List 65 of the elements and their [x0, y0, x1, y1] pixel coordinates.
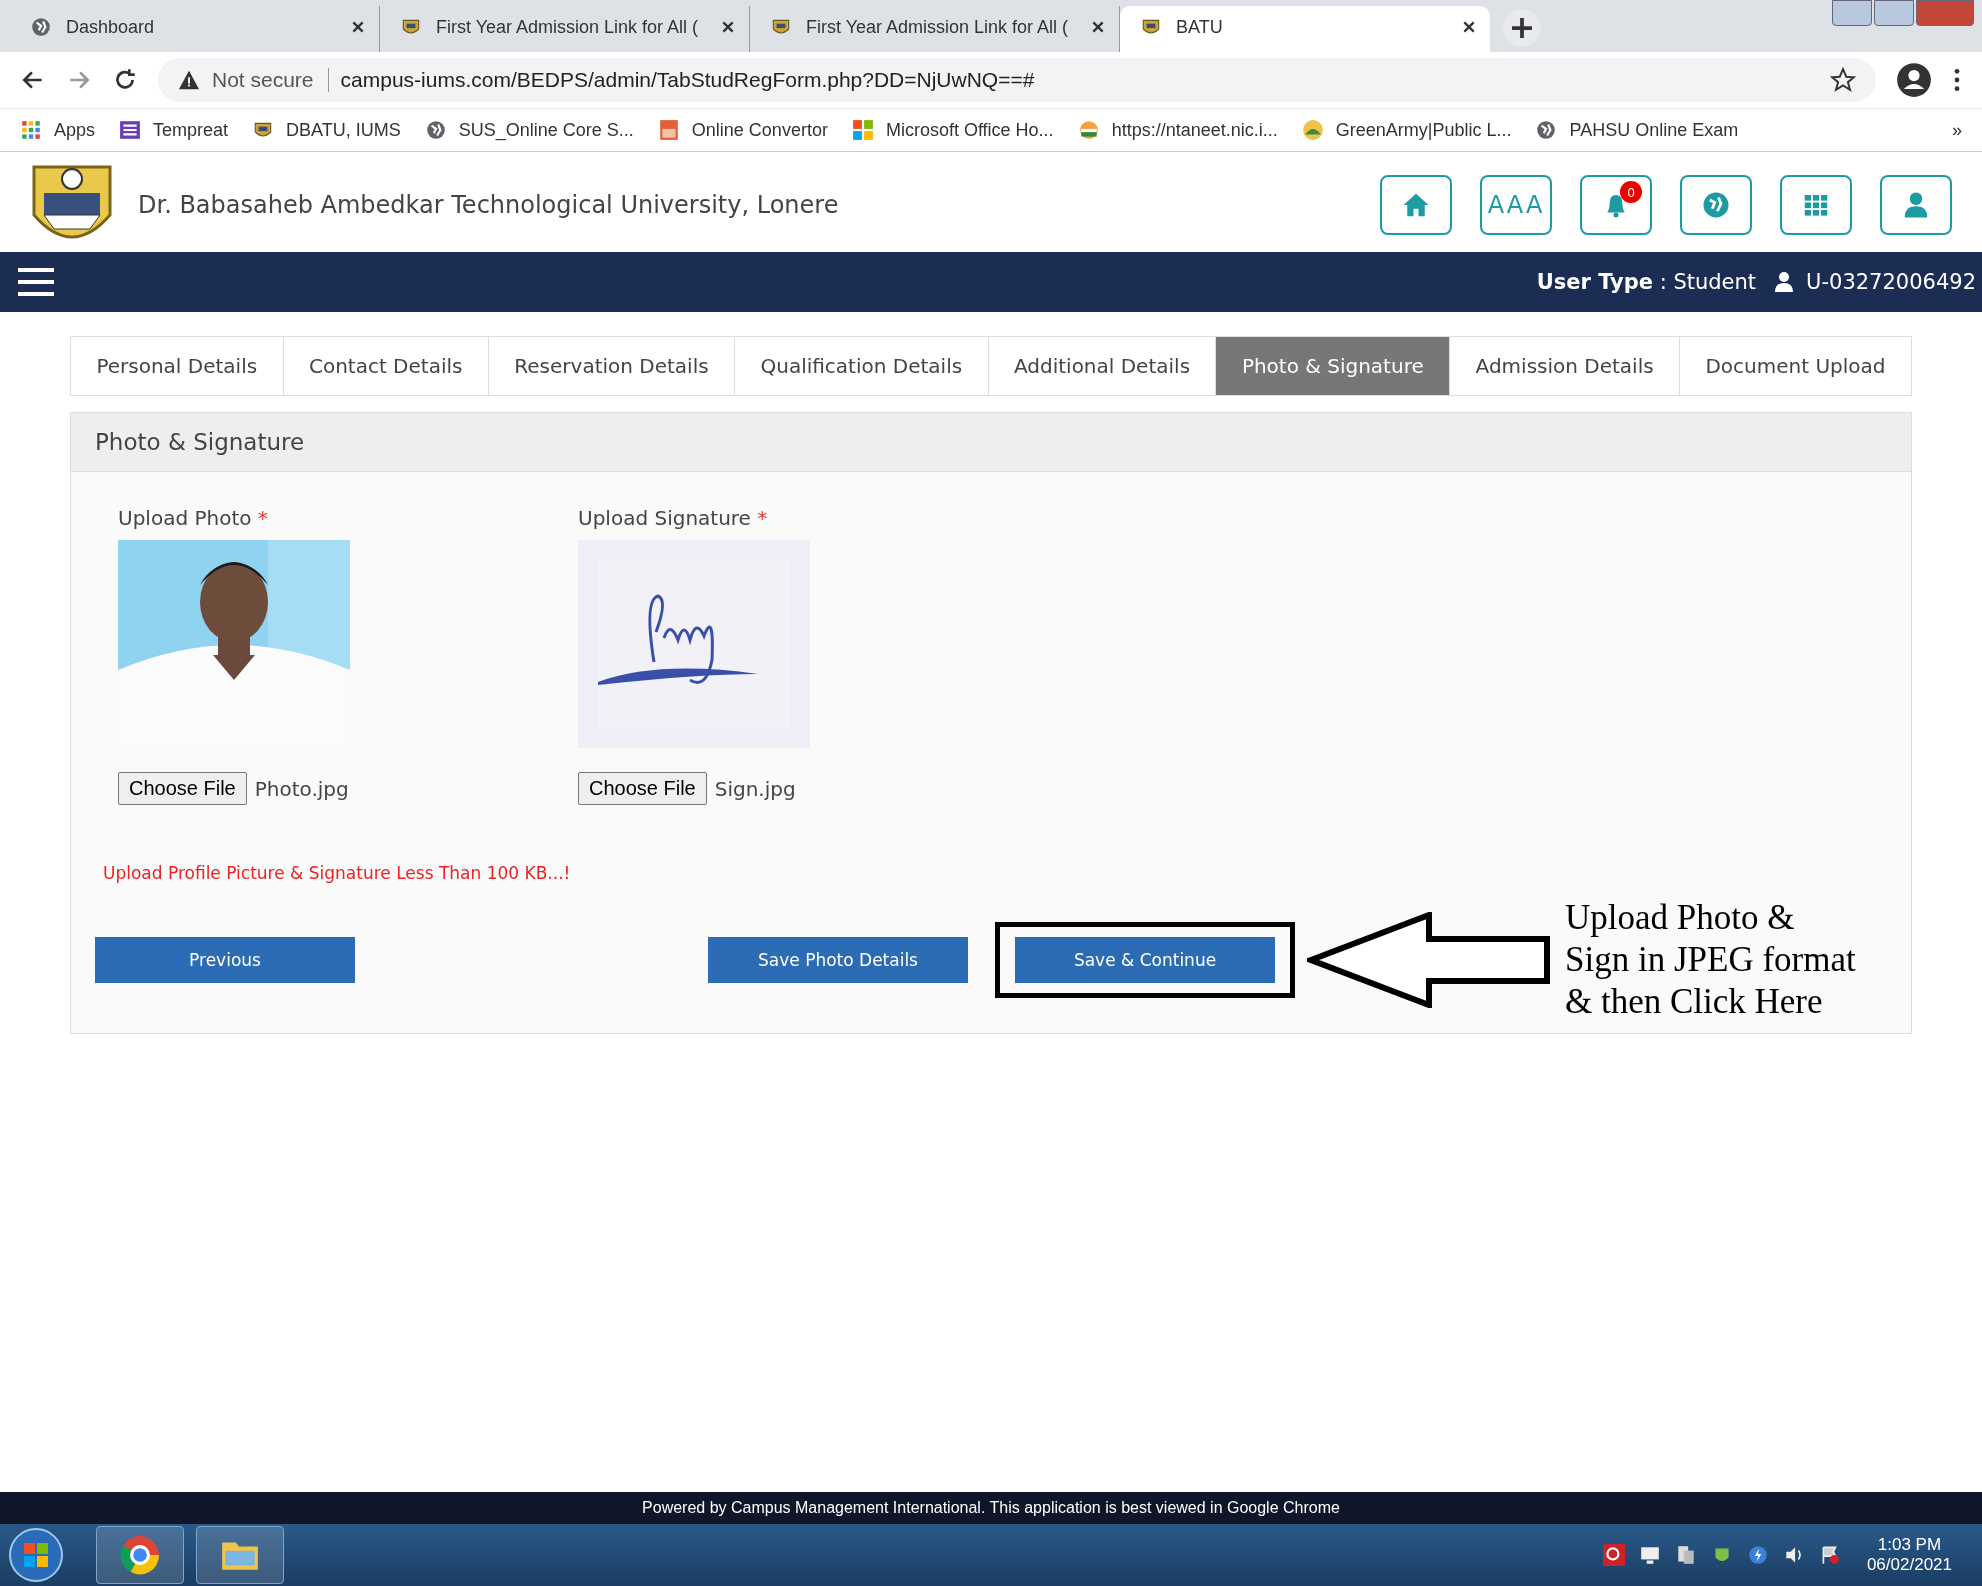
globe-icon	[424, 119, 447, 141]
list-icon	[119, 119, 142, 141]
warning-message: Upload Profile Picture & Signature Less Than 100 KB...!	[103, 863, 572, 883]
bookmark[interactable]: DBATU, IUMS	[252, 119, 401, 141]
chrome-icon	[119, 1534, 161, 1576]
flag-icon	[1077, 119, 1100, 141]
panel-title: Photo & Signature	[95, 429, 305, 455]
footer-text: Powered by Campus Management International. This application is best viewed in Google Chrome	[642, 1499, 1340, 1517]
warning-icon	[178, 69, 200, 91]
bookmark[interactable]: Tempreat	[119, 119, 229, 141]
close-icon[interactable]	[721, 20, 735, 34]
globe-icon	[1701, 190, 1731, 220]
clock[interactable]: 1:03 PM 06/02/2021	[1866, 1535, 1952, 1575]
annotation-text: Upload Photo & Sign in JPEG format & then Click Here	[1565, 897, 1856, 1023]
file-name: Sign.jpg	[714, 776, 796, 801]
choose-file-button[interactable]: Choose File	[118, 772, 247, 805]
monitor-icon[interactable]	[1638, 1544, 1661, 1566]
close-icon[interactable]	[1091, 20, 1105, 34]
address-bar[interactable]: Not secure campus-iums.com/BEDPS/admin/TabStudRegForm.php?DD=NjUwNQ==#	[158, 58, 1876, 102]
menu-icon[interactable]	[18, 266, 54, 298]
more-icon[interactable]	[1952, 67, 1962, 93]
taskbar-app[interactable]	[196, 1526, 284, 1584]
star-icon[interactable]	[1830, 67, 1856, 93]
windows-logo-icon	[851, 119, 874, 141]
window-controls[interactable]	[1832, 0, 1974, 26]
account-icon[interactable]	[1896, 62, 1932, 98]
apps-icon	[20, 119, 42, 141]
apps-button[interactable]	[1780, 175, 1852, 235]
browser-tab[interactable]: BATU	[1120, 6, 1490, 52]
close-icon[interactable]	[351, 20, 365, 34]
globe-icon	[30, 16, 52, 38]
globe-icon	[1535, 119, 1558, 141]
notification-count: 0	[1620, 181, 1642, 203]
start-button-icon[interactable]	[8, 1527, 64, 1583]
language-button[interactable]	[1680, 175, 1752, 235]
notifications-button[interactable]: 0	[1580, 175, 1652, 235]
new-tab-icon[interactable]	[1502, 8, 1542, 48]
bookmark[interactable]: PAHSU Online Exam	[1535, 119, 1739, 141]
file-name: Photo.jpg	[254, 776, 349, 801]
save-photo-button[interactable]: Save Photo Details	[708, 937, 968, 983]
university-name: Dr. Babasaheb Ambedkar Technological University, Lonere	[138, 191, 840, 219]
more-bookmarks[interactable]: »	[1952, 119, 1962, 141]
user-type: User Type : Student	[1536, 270, 1757, 294]
browser-tab[interactable]: First Year Admission Link for All (	[380, 6, 750, 52]
power-icon[interactable]	[1746, 1544, 1769, 1566]
home-button[interactable]	[1380, 175, 1452, 235]
browser-tab[interactable]: Dashboard	[10, 6, 380, 52]
bookmark[interactable]: https://ntaneet.nic.i...	[1077, 119, 1278, 141]
bookmark[interactable]: SUS_Online Core S...	[424, 119, 634, 141]
tree-icon	[1301, 119, 1324, 141]
taskbar-app[interactable]	[96, 1526, 184, 1584]
field-label: Upload Signature *	[578, 506, 769, 530]
file-icon	[657, 119, 680, 141]
close-icon[interactable]	[1462, 20, 1476, 34]
bookmark[interactable]: Microsoft Office Ho...	[851, 119, 1054, 141]
form-tab[interactable]: Photo & Signature	[1216, 337, 1451, 395]
save-continue-button[interactable]: Save & Continue	[1015, 937, 1275, 983]
field-label: Upload Photo *	[118, 506, 269, 530]
profile-button[interactable]	[1880, 175, 1952, 235]
user-id: U-03272006492	[1806, 270, 1976, 294]
bookmark[interactable]: Online Convertor	[657, 119, 828, 141]
choose-file-button[interactable]: Choose File	[578, 772, 707, 805]
bookmark[interactable]: Apps	[20, 119, 96, 141]
bookmark[interactable]: GreenArmy|Public L...	[1301, 119, 1512, 141]
previous-button[interactable]: Previous	[95, 937, 355, 983]
